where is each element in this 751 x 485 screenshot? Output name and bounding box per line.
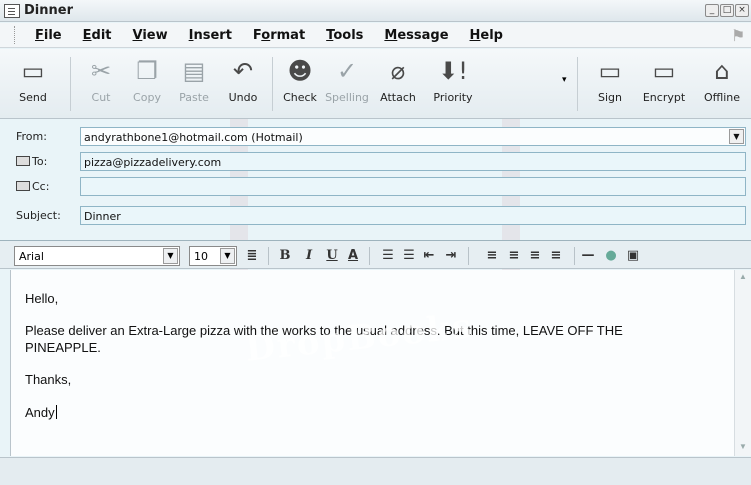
spelling-check-icon: ✓ (336, 57, 358, 85)
priority-button[interactable]: ⬇! Priority (428, 53, 478, 115)
toolbar: ▭ Send ✂ Cut ❐ Copy ▤ Paste ↶ Undo ☻ Che… (0, 49, 751, 119)
close-button[interactable]: × (735, 4, 749, 17)
cc-field[interactable] (80, 177, 746, 196)
format-separator (574, 247, 575, 265)
format-separator (369, 247, 370, 265)
window-title: Dinner (24, 3, 73, 18)
horizontal-line-icon[interactable]: — (580, 248, 596, 263)
justify-icon[interactable]: ≡ (548, 248, 564, 263)
from-row: From: andyrathbone1@hotmail.com (Hotmail… (0, 125, 751, 149)
title-bar: Dinner _ □ × (0, 0, 751, 22)
increase-indent-icon[interactable]: ⇥ (443, 248, 459, 263)
paperclip-icon: ⌀ (390, 57, 406, 85)
bold-icon[interactable]: B (277, 248, 293, 263)
window-controls: _ □ × (705, 4, 749, 17)
body-greeting: Hello, (25, 291, 59, 306)
vertical-scrollbar[interactable]: ▲ ▼ (734, 270, 751, 456)
address-book-icon (16, 156, 30, 166)
font-size-select[interactable]: 10 ▼ (189, 246, 237, 266)
windows-logo-icon: ⚑ (731, 26, 746, 45)
address-book-icon (16, 181, 30, 191)
decrease-indent-icon[interactable]: ⇤ (421, 248, 437, 263)
send-button[interactable]: ▭ Send (8, 53, 58, 115)
paragraph-style-icon[interactable]: ≣ (244, 248, 260, 263)
spelling-button[interactable]: ✓ Spelling (322, 53, 372, 115)
underline-icon[interactable]: U (324, 248, 340, 263)
menu-tools[interactable]: Tools (326, 28, 363, 43)
sign-icon: ▭ (598, 57, 622, 85)
bulleted-list-icon[interactable]: ☰ (401, 248, 417, 263)
toolbar-separator (577, 57, 578, 111)
paste-button[interactable]: ▤ Paste (169, 53, 219, 115)
menu-file[interactable]: File (35, 28, 62, 43)
body-thanks: Thanks, (25, 372, 72, 387)
menu-edit[interactable]: Edit (83, 28, 112, 43)
from-select[interactable]: andyrathbone1@hotmail.com (Hotmail) ▼ (80, 127, 746, 146)
chevron-down-icon[interactable]: ▼ (163, 248, 178, 264)
menu-grip[interactable] (14, 26, 17, 44)
subject-field[interactable]: Dinner (80, 206, 746, 225)
menu-format[interactable]: Format (253, 28, 305, 43)
italic-icon[interactable]: I (301, 248, 317, 263)
body-line-1: Please deliver an Extra-Large pizza with… (25, 323, 623, 338)
text-caret (55, 405, 57, 419)
chevron-down-icon[interactable]: ▼ (220, 248, 235, 264)
hyperlink-icon[interactable]: ● (603, 248, 619, 263)
to-row: To: pizza@pizzadelivery.com (0, 150, 751, 174)
minimize-button[interactable]: _ (705, 4, 719, 17)
offline-button[interactable]: ⌂ Offline (697, 53, 747, 115)
clipboard-icon: ▤ (182, 57, 206, 85)
format-separator (268, 247, 269, 265)
status-bar (0, 457, 751, 485)
sign-button[interactable]: ▭ Sign (585, 53, 635, 115)
menu-insert[interactable]: Insert (189, 28, 232, 43)
subject-label: Subject: (16, 209, 61, 222)
menu-view[interactable]: View (133, 28, 168, 43)
menu-message[interactable]: Message (384, 28, 448, 43)
menu-help[interactable]: Help (470, 28, 503, 43)
priority-icon: ⬇! (438, 57, 468, 85)
check-names-button[interactable]: ☻ Check (275, 53, 325, 115)
offline-icon: ⌂ (714, 57, 730, 85)
toolbar-separator (272, 57, 273, 111)
menu-bar: File Edit View Insert Format Tools Messa… (0, 23, 751, 48)
to-field[interactable]: pizza@pizzadelivery.com (80, 152, 746, 171)
message-icon (4, 3, 20, 18)
check-names-icon: ☻ (287, 57, 313, 85)
format-separator (468, 247, 469, 265)
attach-button[interactable]: ⌀ Attach (373, 53, 423, 115)
cc-row: Cc: (0, 175, 751, 199)
subject-row: Subject: Dinner (0, 204, 751, 228)
encrypt-icon: ▭ (652, 57, 676, 85)
align-center-icon[interactable]: ≡ (506, 248, 522, 263)
align-right-icon[interactable]: ≡ (527, 248, 543, 263)
toolbar-separator (70, 57, 71, 111)
encrypt-button[interactable]: ▭ Encrypt (639, 53, 689, 115)
priority-dropdown-icon[interactable]: ▾ (562, 75, 567, 85)
scroll-down-icon[interactable]: ▼ (737, 442, 749, 454)
copy-icon: ❐ (136, 57, 158, 85)
to-label[interactable]: To: (16, 155, 47, 168)
cut-button[interactable]: ✂ Cut (76, 53, 126, 115)
send-icon: ▭ (21, 57, 45, 85)
maximize-button[interactable]: □ (720, 4, 734, 17)
body-line-2: PINEAPPLE. (25, 340, 101, 355)
cc-label[interactable]: Cc: (16, 180, 49, 193)
message-body[interactable]: Hello, Please deliver an Extra-Large piz… (10, 270, 751, 456)
undo-icon: ↶ (232, 57, 254, 85)
chevron-down-icon[interactable]: ▼ (729, 129, 744, 144)
insert-picture-icon[interactable]: ▣ (625, 248, 641, 263)
scroll-up-icon[interactable]: ▲ (737, 272, 749, 284)
scissors-icon: ✂ (90, 57, 112, 85)
copy-button[interactable]: ❐ Copy (122, 53, 172, 115)
align-left-icon[interactable]: ≡ (484, 248, 500, 263)
font-select[interactable]: Arial ▼ (14, 246, 180, 266)
from-label: From: (16, 130, 47, 143)
undo-button[interactable]: ↶ Undo (218, 53, 268, 115)
numbered-list-icon[interactable]: ☰ (380, 248, 396, 263)
body-signature: Andy (25, 405, 57, 420)
formatting-toolbar: Arial ▼ 10 ▼ ≣ B I U A ☰ ☰ ⇤ ⇥ ≡ ≡ ≡ ≡ —… (0, 240, 751, 269)
font-color-icon[interactable]: A (345, 248, 361, 263)
